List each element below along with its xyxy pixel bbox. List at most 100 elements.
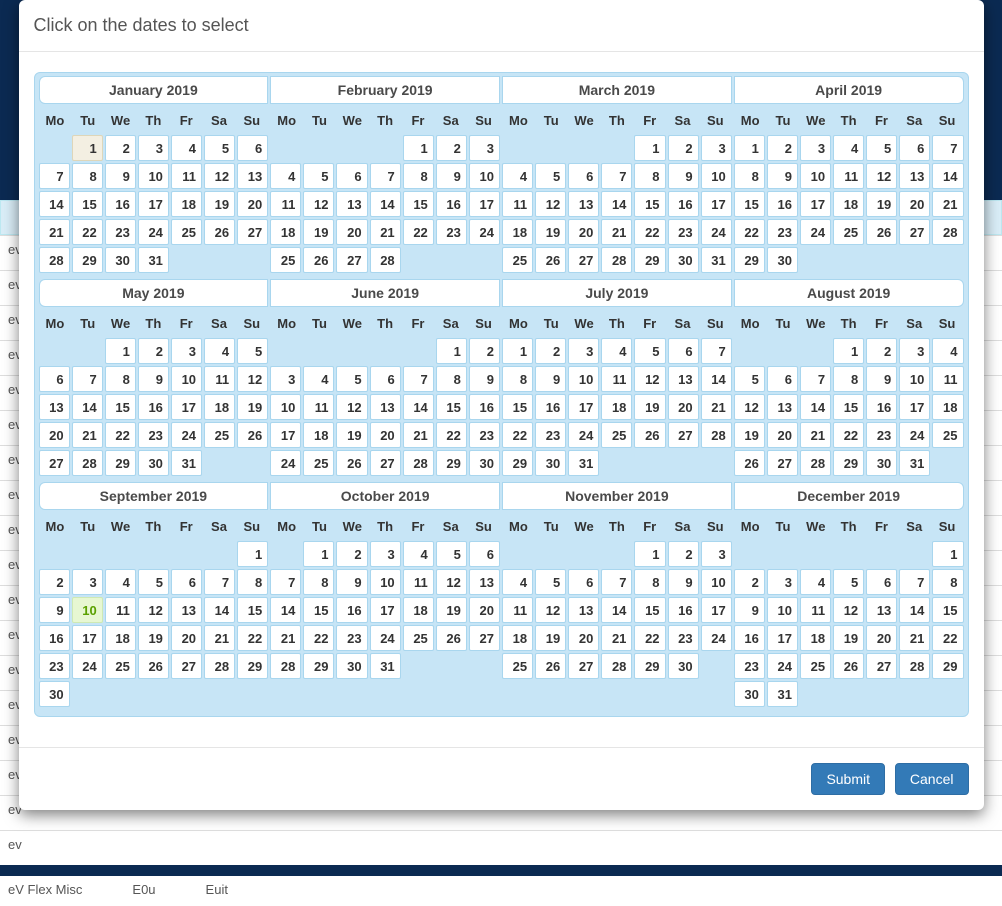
calendar-day[interactable]: 15 [72,191,103,217]
calendar-day[interactable]: 6 [370,366,401,392]
calendar-day[interactable]: 13 [899,163,930,189]
calendar-day[interactable]: 23 [436,219,467,245]
calendar-day[interactable]: 26 [535,653,566,679]
calendar-day[interactable]: 12 [634,366,665,392]
calendar-day[interactable]: 20 [668,394,699,420]
calendar-day[interactable]: 2 [436,135,467,161]
calendar-day[interactable]: 18 [932,394,963,420]
calendar-day[interactable]: 6 [171,569,202,595]
calendar-day[interactable]: 24 [568,422,599,448]
calendar-day[interactable]: 26 [204,219,235,245]
calendar-day[interactable]: 9 [767,163,798,189]
calendar-day[interactable]: 28 [932,219,963,245]
calendar-day[interactable]: 11 [270,191,301,217]
calendar-day[interactable]: 15 [634,597,665,623]
calendar-day[interactable]: 3 [800,135,831,161]
calendar-day[interactable]: 8 [72,163,103,189]
calendar-day[interactable]: 5 [833,569,864,595]
calendar-day[interactable]: 17 [138,191,169,217]
calendar-day[interactable]: 29 [502,450,533,476]
calendar-day[interactable]: 3 [568,338,599,364]
calendar-day[interactable]: 10 [270,394,301,420]
calendar-day[interactable]: 3 [899,338,930,364]
calendar-day[interactable]: 3 [701,135,732,161]
calendar-day[interactable]: 28 [204,653,235,679]
calendar-day[interactable]: 6 [469,541,500,567]
calendar-day[interactable]: 25 [403,625,434,651]
calendar-day[interactable]: 23 [39,653,70,679]
calendar-day[interactable]: 18 [601,394,632,420]
calendar-day[interactable]: 13 [866,597,897,623]
calendar-day[interactable]: 16 [138,394,169,420]
calendar-day[interactable]: 2 [767,135,798,161]
calendar-day[interactable]: 27 [370,450,401,476]
calendar-day[interactable]: 15 [237,597,268,623]
calendar-day[interactable]: 15 [932,597,963,623]
calendar-day[interactable]: 5 [535,163,566,189]
calendar-day[interactable]: 5 [634,338,665,364]
calendar-day[interactable]: 29 [303,653,334,679]
calendar-day[interactable]: 8 [237,569,268,595]
calendar-day[interactable]: 14 [601,191,632,217]
calendar-day[interactable]: 9 [668,163,699,189]
calendar-day[interactable]: 31 [138,247,169,273]
calendar-day[interactable]: 25 [800,653,831,679]
calendar-day[interactable]: 24 [701,219,732,245]
calendar-day[interactable]: 15 [105,394,136,420]
calendar-day[interactable]: 11 [403,569,434,595]
calendar-day[interactable]: 30 [767,247,798,273]
calendar-day[interactable]: 22 [634,625,665,651]
calendar-day[interactable]: 31 [767,681,798,707]
calendar-day[interactable]: 13 [370,394,401,420]
calendar-day[interactable]: 26 [138,653,169,679]
calendar-day[interactable]: 23 [336,625,367,651]
calendar-day[interactable]: 19 [303,219,334,245]
calendar-day[interactable]: 24 [270,450,301,476]
calendar-day[interactable]: 21 [403,422,434,448]
calendar-day[interactable]: 19 [237,394,268,420]
calendar-day[interactable]: 22 [436,422,467,448]
calendar-day[interactable]: 4 [502,163,533,189]
calendar-day[interactable]: 26 [336,450,367,476]
calendar-day[interactable]: 23 [105,219,136,245]
calendar-day[interactable]: 10 [701,163,732,189]
calendar-day[interactable]: 14 [370,191,401,217]
calendar-day[interactable]: 3 [171,338,202,364]
calendar-day[interactable]: 2 [866,338,897,364]
calendar-day[interactable]: 1 [303,541,334,567]
calendar-day[interactable]: 22 [237,625,268,651]
calendar-day[interactable]: 10 [568,366,599,392]
calendar-day[interactable]: 16 [436,191,467,217]
calendar-day[interactable]: 1 [634,541,665,567]
calendar-day[interactable]: 7 [932,135,963,161]
calendar-day[interactable]: 13 [171,597,202,623]
calendar-day[interactable]: 12 [866,163,897,189]
calendar-day[interactable]: 21 [39,219,70,245]
calendar-day[interactable]: 5 [204,135,235,161]
calendar-day[interactable]: 29 [734,247,765,273]
calendar-day[interactable]: 12 [336,394,367,420]
calendar-day[interactable]: 15 [436,394,467,420]
calendar-day[interactable]: 18 [833,191,864,217]
calendar-day[interactable]: 12 [734,394,765,420]
calendar-day[interactable]: 28 [270,653,301,679]
submit-button[interactable]: Submit [811,763,885,795]
calendar-day[interactable]: 30 [866,450,897,476]
calendar-day[interactable]: 6 [336,163,367,189]
calendar-day[interactable]: 23 [668,625,699,651]
calendar-day[interactable]: 12 [436,569,467,595]
calendar-day[interactable]: 18 [303,422,334,448]
calendar-day[interactable]: 15 [403,191,434,217]
calendar-day[interactable]: 9 [668,569,699,595]
calendar-day[interactable]: 7 [601,163,632,189]
calendar-day[interactable]: 8 [105,366,136,392]
calendar-day[interactable]: 30 [668,653,699,679]
calendar-day[interactable]: 29 [932,653,963,679]
calendar-day[interactable]: 9 [138,366,169,392]
calendar-day[interactable]: 20 [469,597,500,623]
calendar-day[interactable]: 3 [72,569,103,595]
calendar-day[interactable]: 4 [270,163,301,189]
calendar-day[interactable]: 26 [833,653,864,679]
calendar-day[interactable]: 13 [237,163,268,189]
calendar-day[interactable]: 17 [469,191,500,217]
